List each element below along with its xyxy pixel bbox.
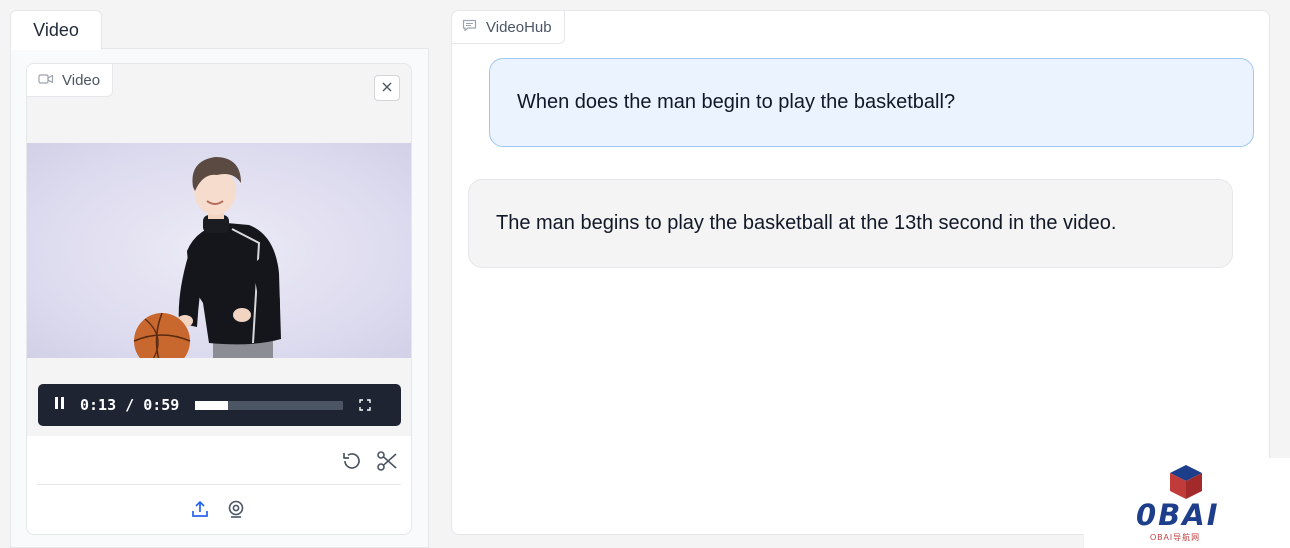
- undo-icon[interactable]: [339, 448, 365, 474]
- chatbot-label-badge: VideoHub: [452, 11, 565, 44]
- duration: 0:59: [143, 396, 180, 414]
- upload-icon[interactable]: [189, 498, 211, 520]
- tab-video-label: Video: [33, 20, 79, 40]
- current-time: 0:13: [80, 396, 117, 414]
- tab-video[interactable]: Video: [10, 10, 102, 50]
- bot-message: The man begins to play the basketball at…: [468, 179, 1233, 268]
- user-message-text: When does the man begin to play the bask…: [517, 91, 956, 113]
- actions-divider: [37, 484, 401, 485]
- close-icon: [382, 79, 392, 97]
- progress-bar[interactable]: [195, 400, 344, 410]
- video-controls: 0:13 / 0:59: [38, 384, 401, 426]
- playback-time: 0:13 / 0:59: [80, 396, 179, 414]
- video-edit-actions: [27, 444, 411, 484]
- time-separator: /: [125, 396, 135, 414]
- watermark: 0BAI OBAI导航网: [1084, 458, 1290, 548]
- video-label-badge: Video: [27, 64, 114, 97]
- watermark-logo-text: 0BAI: [1136, 498, 1220, 532]
- video-badge-label: Video: [62, 71, 101, 89]
- bot-message-text: The man begins to play the basketball at…: [496, 212, 1117, 234]
- video-camera-icon: [38, 72, 54, 89]
- progress-fill: [195, 400, 228, 410]
- chat-icon: [462, 19, 477, 36]
- webcam-icon[interactable]: [225, 498, 247, 520]
- scissors-icon[interactable]: [374, 448, 400, 474]
- watermark-subtitle: OBAI导航网: [1150, 533, 1201, 542]
- chatbot-panel: VideoHub When does the man begin to play…: [451, 10, 1270, 535]
- cube-logo-icon: [1170, 465, 1202, 499]
- video-frame[interactable]: [27, 143, 411, 358]
- user-message: When does the man begin to play the bask…: [489, 58, 1254, 147]
- chatbot-badge-label: VideoHub: [486, 18, 552, 36]
- pause-icon[interactable]: [54, 396, 66, 415]
- fullscreen-icon[interactable]: [359, 399, 372, 411]
- video-component: Video 0:13 / 0:59: [26, 63, 412, 535]
- clear-video-button[interactable]: [374, 75, 400, 101]
- video-frame-image: [133, 157, 281, 358]
